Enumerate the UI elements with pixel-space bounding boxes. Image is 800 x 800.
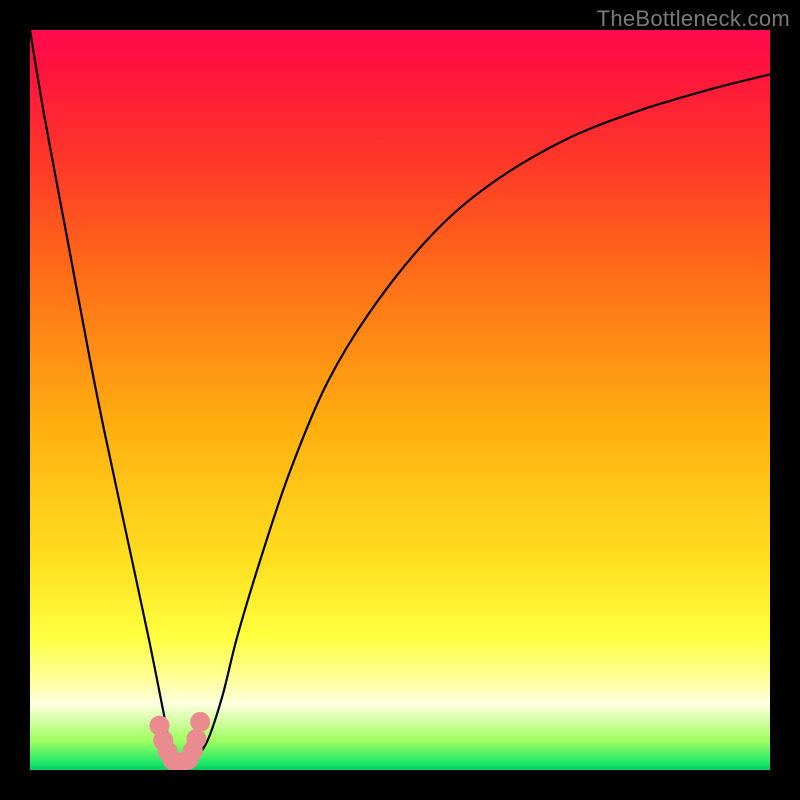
- watermark-text: TheBottleneck.com: [597, 6, 790, 32]
- plot-area: [30, 30, 770, 770]
- bottleneck-curve: [30, 30, 770, 770]
- marker-group: [150, 712, 211, 770]
- curve-svg: [30, 30, 770, 770]
- marker-dot: [187, 729, 207, 749]
- chart-frame: TheBottleneck.com: [0, 0, 800, 800]
- marker-dot: [190, 712, 210, 732]
